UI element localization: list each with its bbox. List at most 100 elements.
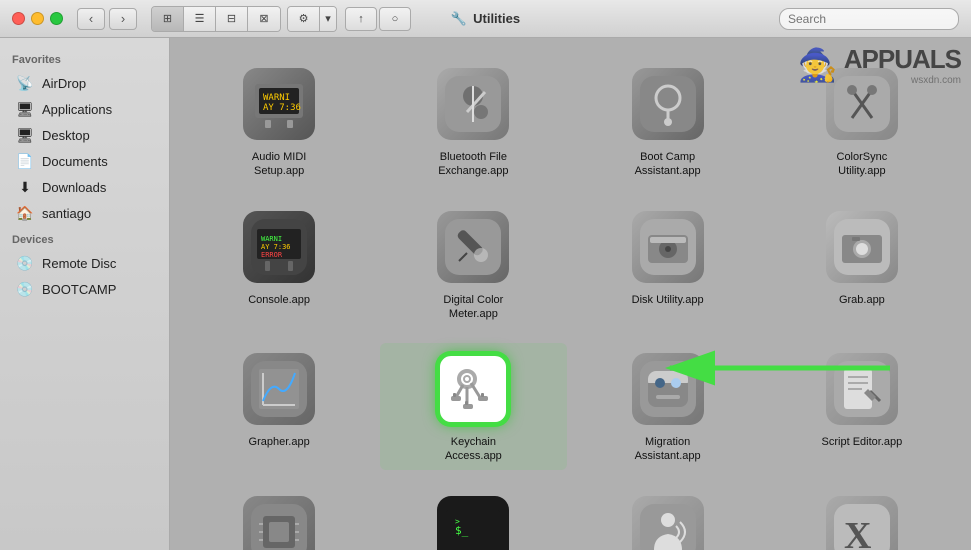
bootcamp-label: BOOTCAMP bbox=[42, 282, 116, 297]
bootcamp-app-icon-wrap bbox=[628, 64, 708, 144]
action-chevron[interactable]: ▾ bbox=[320, 7, 336, 31]
downloads-label: Downloads bbox=[42, 180, 106, 195]
sidebar-item-desktop[interactable]: 🖥 Desktop bbox=[4, 122, 165, 148]
file-item-scripteditor[interactable]: Script Editor.app bbox=[769, 343, 955, 470]
airdrop-label: AirDrop bbox=[42, 76, 86, 91]
sidebar-item-santiago[interactable]: 🏠 santiago bbox=[4, 200, 165, 226]
applications-label: Applications bbox=[42, 102, 112, 117]
x11-icon-wrap: X bbox=[822, 492, 902, 550]
digitalcolor-icon-wrap bbox=[433, 207, 513, 287]
svg-text:WARNI: WARNI bbox=[261, 235, 282, 243]
view-list-btn[interactable]: ☰ bbox=[184, 7, 216, 31]
sidebar-item-downloads[interactable]: ⬇ Downloads bbox=[4, 174, 165, 200]
desktop-label: Desktop bbox=[42, 128, 90, 143]
sidebar-item-documents[interactable]: 📄 Documents bbox=[4, 148, 165, 174]
file-item-digitalcolor[interactable]: Digital ColorMeter.app bbox=[380, 201, 566, 328]
file-item-x11[interactable]: X X11.app bbox=[769, 486, 955, 550]
grab-icon-wrap bbox=[822, 207, 902, 287]
maximize-btn[interactable] bbox=[50, 12, 63, 25]
audio-midi-icon-wrap: WARNI AY 7:36 bbox=[239, 64, 319, 144]
window-title: 🔧 Utilities bbox=[451, 11, 520, 27]
sidebar-item-airdrop[interactable]: 📡 AirDrop bbox=[4, 70, 165, 96]
forward-button[interactable]: › bbox=[109, 8, 137, 30]
minimize-btn[interactable] bbox=[31, 12, 44, 25]
file-item-bluetooth[interactable]: Bluetooth FileExchange.app bbox=[380, 58, 566, 185]
keychain-label: KeychainAccess.app bbox=[445, 435, 502, 464]
title-text: Utilities bbox=[473, 11, 520, 26]
grapher-icon-wrap bbox=[239, 349, 319, 429]
migration-icon-wrap bbox=[628, 349, 708, 429]
sysinfo-icon-wrap bbox=[239, 492, 319, 550]
remotedisc-label: Remote Disc bbox=[42, 256, 116, 271]
file-item-sysinfo[interactable]: SystemInformation.app bbox=[186, 486, 372, 550]
grapher-label: Grapher.app bbox=[249, 435, 310, 449]
sysinfo-icon bbox=[243, 496, 315, 550]
terminal-icon-wrap: $_ > bbox=[433, 492, 513, 550]
appuals-watermark: 🧙 APPUALS wsxdn.com bbox=[798, 44, 961, 86]
sidebar-item-bootcamp[interactable]: 💿 BOOTCAMP bbox=[4, 276, 165, 302]
svg-text:AY 7:36: AY 7:36 bbox=[263, 103, 301, 113]
file-item-terminal[interactable]: $_ > Terminal.app bbox=[380, 486, 566, 550]
console-label: Console.app bbox=[248, 293, 310, 307]
console-icon-wrap: WARNI AY 7:36 ERROR bbox=[239, 207, 319, 287]
bluetooth-label: Bluetooth FileExchange.app bbox=[438, 150, 508, 179]
file-item-keychain[interactable]: KeychainAccess.app bbox=[380, 343, 566, 470]
watermark-site: wsxdn.com bbox=[844, 75, 961, 86]
view-controls: ⊞ ☰ ⊟ ⊠ ⚙ ▾ ↑ ○ bbox=[149, 6, 411, 32]
file-item-migration[interactable]: MigrationAssistant.app bbox=[575, 343, 761, 470]
folder-icon: 🔧 bbox=[451, 11, 467, 27]
share-btn[interactable]: ↑ bbox=[345, 7, 377, 31]
svg-text:X: X bbox=[844, 515, 871, 550]
bootcamp-app-label: Boot CampAssistant.app bbox=[635, 150, 701, 179]
audio-midi-label: Audio MIDISetup.app bbox=[252, 150, 306, 179]
search-input[interactable] bbox=[779, 8, 959, 30]
scripteditor-icon-wrap bbox=[822, 349, 902, 429]
traffic-lights bbox=[12, 12, 63, 25]
svg-text:AY 7:36: AY 7:36 bbox=[261, 243, 291, 251]
grab-label: Grab.app bbox=[839, 293, 885, 307]
sidebar: Favorites 📡 AirDrop 🖥 Applications 🖥 Des… bbox=[0, 38, 170, 550]
scripteditor-label: Script Editor.app bbox=[822, 435, 903, 449]
santiago-icon: 🏠 bbox=[16, 204, 34, 222]
content-area: 🧙 APPUALS wsxdn.com WARNI AY 7:36 bbox=[170, 38, 971, 550]
scripteditor-icon bbox=[826, 353, 898, 425]
santiago-label: santiago bbox=[42, 206, 91, 221]
file-item-grab[interactable]: Grab.app bbox=[769, 201, 955, 328]
keychain-icon-wrap bbox=[433, 349, 513, 429]
file-item-bootcamp[interactable]: Boot CampAssistant.app bbox=[575, 58, 761, 185]
console-icon: WARNI AY 7:36 ERROR bbox=[243, 211, 315, 283]
downloads-icon: ⬇ bbox=[16, 178, 34, 196]
file-item-console[interactable]: WARNI AY 7:36 ERROR Console.app bbox=[186, 201, 372, 328]
file-item-grapher[interactable]: Grapher.app bbox=[186, 343, 372, 470]
view-icon-btn[interactable]: ⊞ bbox=[152, 7, 184, 31]
migration-icon bbox=[632, 353, 704, 425]
desktop-icon: 🖥 bbox=[16, 126, 34, 144]
svg-text:ERROR: ERROR bbox=[261, 251, 283, 259]
view-cover-btn[interactable]: ⊠ bbox=[248, 7, 280, 31]
sidebar-item-applications[interactable]: 🖥 Applications bbox=[4, 96, 165, 122]
bootcamp-app-icon bbox=[632, 68, 704, 140]
colorsync-label: ColorSyncUtility.app bbox=[837, 150, 888, 179]
back-button[interactable]: ‹ bbox=[77, 8, 105, 30]
documents-label: Documents bbox=[42, 154, 108, 169]
sidebar-item-remotedisc[interactable]: 💿 Remote Disc bbox=[4, 250, 165, 276]
digitalcolor-icon bbox=[437, 211, 509, 283]
bluetooth-icon bbox=[437, 68, 509, 140]
file-item-diskutil[interactable]: Disk Utility.app bbox=[575, 201, 761, 328]
close-btn[interactable] bbox=[12, 12, 25, 25]
view-col-btn[interactable]: ⊟ bbox=[216, 7, 248, 31]
tag-btn[interactable]: ○ bbox=[379, 7, 411, 31]
devices-section-title: Devices bbox=[0, 226, 169, 250]
file-item-voiceover[interactable]: VoiceOverUtility.app bbox=[575, 486, 761, 550]
x11-icon: X bbox=[826, 496, 898, 550]
action-btn[interactable]: ⚙ bbox=[288, 7, 320, 31]
voiceover-icon bbox=[632, 496, 704, 550]
bluetooth-icon-wrap bbox=[433, 64, 513, 144]
file-item-audio-midi[interactable]: WARNI AY 7:36 Audio MIDISetup.app bbox=[186, 58, 372, 185]
documents-icon: 📄 bbox=[16, 152, 34, 170]
diskutil-label: Disk Utility.app bbox=[632, 293, 704, 307]
diskutil-icon-wrap bbox=[628, 207, 708, 287]
voiceover-icon-wrap bbox=[628, 492, 708, 550]
grapher-icon bbox=[243, 353, 315, 425]
remotedisc-icon: 💿 bbox=[16, 254, 34, 272]
